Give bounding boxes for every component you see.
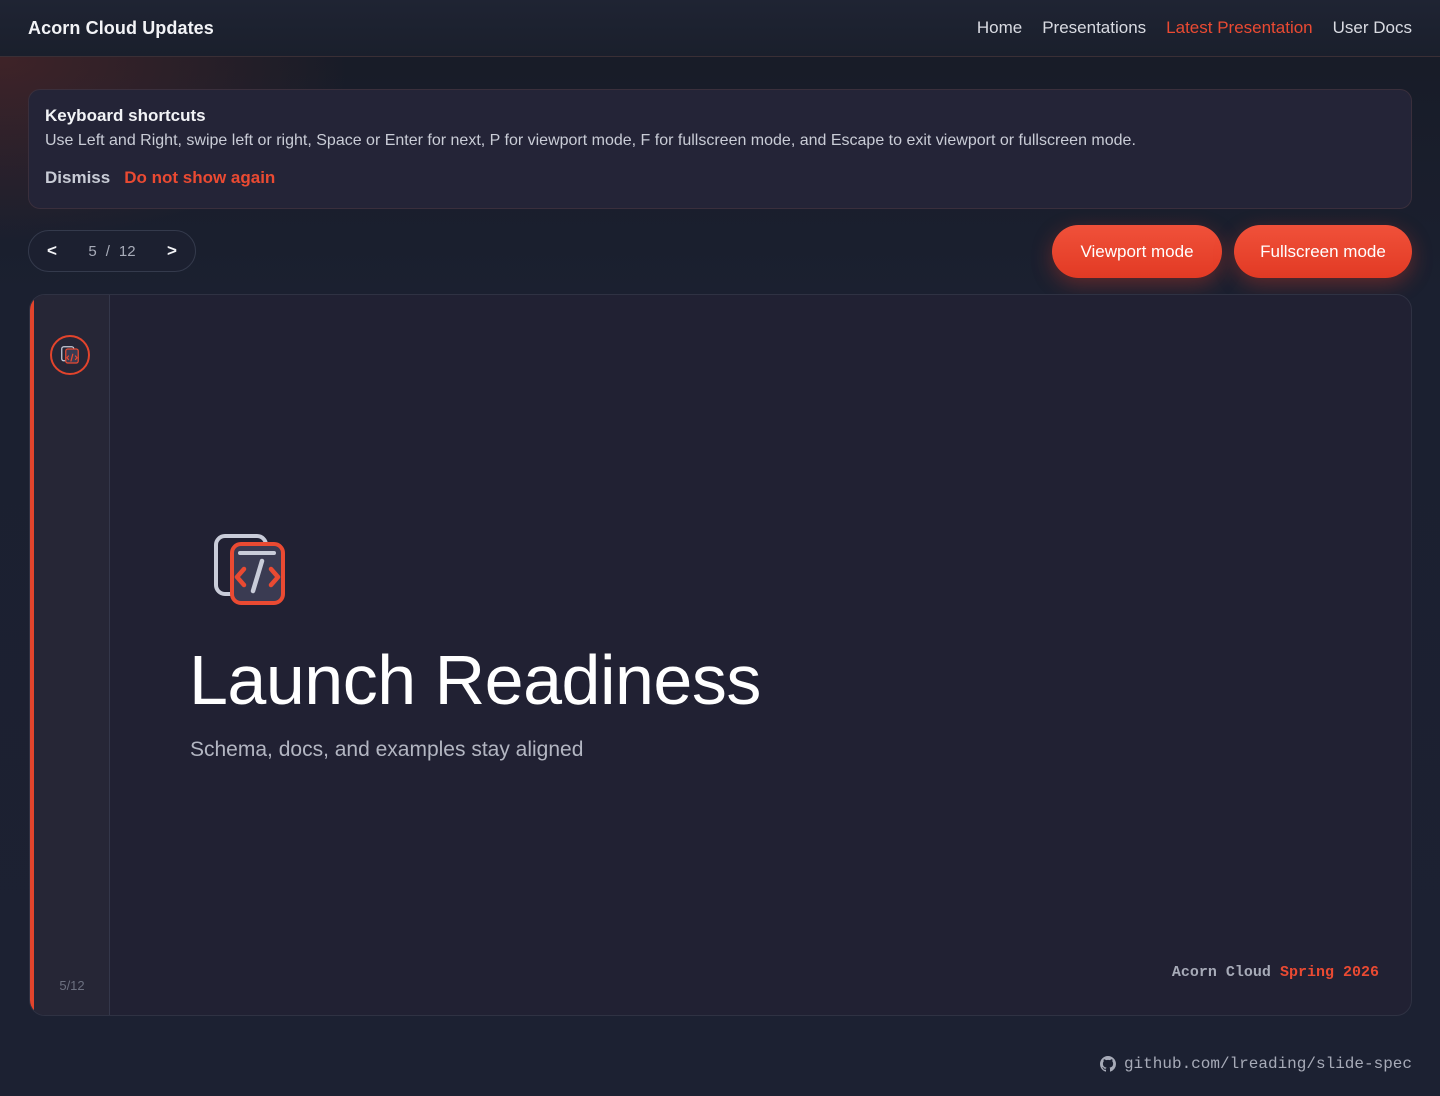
github-repo-text: github.com/lreading/slide-spec — [1123, 1055, 1412, 1073]
slide-footer-season: Spring 2026 — [1279, 964, 1379, 981]
slide-footer-label: Acorn Cloud Spring 2026 — [1172, 964, 1379, 981]
github-icon — [1099, 1056, 1116, 1072]
nav-presentations[interactable]: Presentations — [1042, 18, 1146, 38]
previous-slide-button[interactable]: < — [47, 241, 57, 261]
slide-pager: < 5 / 12 > — [28, 230, 196, 272]
github-repo-link[interactable]: github.com/lreading/slide-spec — [1099, 1055, 1412, 1073]
slide-counter-separator: / — [105, 242, 110, 260]
current-slide-number: 5 — [88, 242, 97, 260]
slide-subtitle: Schema, docs, and examples stay aligned — [190, 738, 584, 761]
main-nav: Home Presentations Latest Presentation U… — [977, 18, 1412, 38]
slide-counter: 5 / 12 — [88, 243, 135, 260]
next-slide-button[interactable]: > — [167, 241, 177, 261]
slide-side-rail: 5/12 — [30, 295, 110, 1015]
slide-footer-org: Acorn Cloud — [1171, 964, 1271, 981]
rail-slide-count: 5/12 — [59, 978, 85, 993]
slide-canvas[interactable]: 5/12 Launch Readiness Schema, docs, and … — [29, 294, 1412, 1016]
shortcuts-description: Use Left and Right, swipe left or right,… — [45, 132, 1136, 149]
rail-logo-icon — [50, 335, 90, 375]
site-brand[interactable]: Acorn Cloud Updates — [28, 18, 214, 39]
do-not-show-again-button[interactable]: Do not show again — [124, 168, 275, 188]
keyboard-shortcuts-notice: Keyboard shortcuts Use Left and Right, s… — [28, 89, 1412, 209]
slide-title: Launch Readiness — [189, 641, 761, 719]
shortcuts-actions: Dismiss Do not show again — [45, 168, 1395, 188]
nav-latest-presentation[interactable]: Latest Presentation — [1166, 18, 1312, 38]
total-slides-number: 12 — [118, 242, 136, 260]
nav-user-docs[interactable]: User Docs — [1333, 18, 1412, 38]
shortcuts-title: Keyboard shortcuts — [45, 106, 206, 125]
top-navigation-bar: Acorn Cloud Updates Home Presentations L… — [0, 0, 1440, 57]
dismiss-button[interactable]: Dismiss — [45, 168, 110, 188]
viewport-mode-button[interactable]: Viewport mode — [1052, 225, 1222, 278]
fullscreen-mode-button[interactable]: Fullscreen mode — [1234, 225, 1412, 278]
code-bracket-logo-icon — [213, 533, 287, 612]
nav-home[interactable]: Home — [977, 18, 1022, 38]
